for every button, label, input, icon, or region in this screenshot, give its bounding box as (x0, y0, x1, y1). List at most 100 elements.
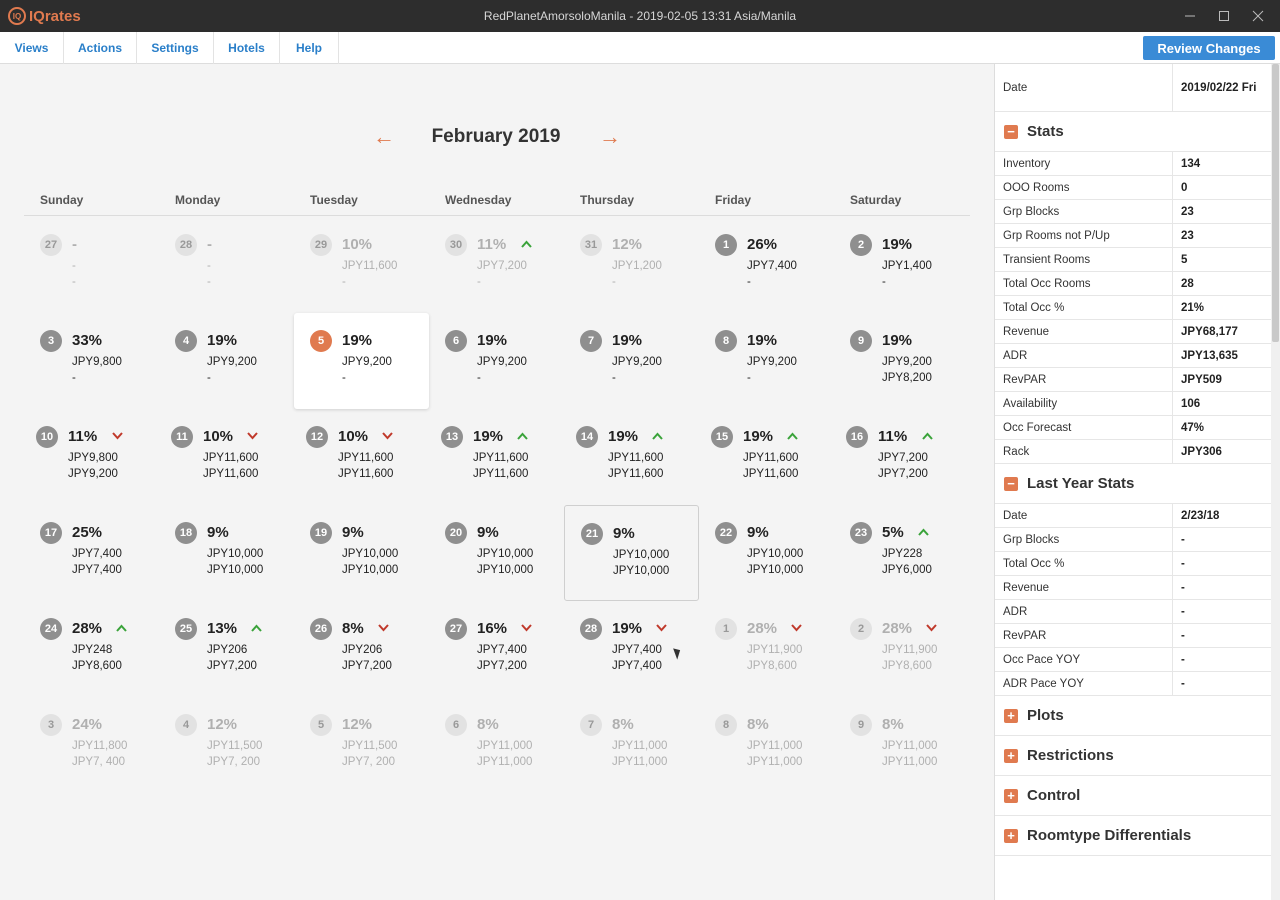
calendar-day-cell[interactable]: 5 19% JPY9,200 - (294, 313, 429, 409)
calendar-day-cell[interactable]: 18 9% JPY10,000 JPY10,000 (159, 505, 294, 601)
calendar-day-cell[interactable]: 20 9% JPY10,000 JPY10,000 (429, 505, 564, 601)
calendar-day-cell[interactable]: 9 8% JPY11,000 JPY11,000 (834, 697, 969, 793)
day-number-badge: 18 (175, 522, 197, 544)
occupancy-percent: 19% (612, 332, 643, 349)
occupancy-percent: 9% (342, 524, 364, 541)
calendar-day-cell[interactable]: 14 19% JPY11,600 JPY11,600 (564, 409, 699, 505)
day-number-badge: 17 (40, 522, 62, 544)
collapsed-section-header[interactable]: + Control (995, 776, 1271, 816)
calendar-day-cell[interactable]: 5 12% JPY11,500 JPY7, 200 (294, 697, 429, 793)
review-changes-button[interactable]: Review Changes (1143, 36, 1275, 60)
calendar-day-cell[interactable]: 10 11% JPY9,800 JPY9,200 (24, 409, 159, 505)
expand-icon[interactable]: + (1004, 789, 1018, 803)
panel-date-value: 2019/02/22 Fri (1181, 82, 1257, 94)
expand-icon[interactable]: + (1004, 749, 1018, 763)
stat-value: 134 (1181, 158, 1201, 170)
calendar-day-cell[interactable]: 9 19% JPY9,200 JPY8,200 (834, 313, 969, 409)
stat-value: JPY306 (1181, 446, 1222, 458)
stat-value: - (1181, 606, 1185, 618)
calendar-day-cell[interactable]: 3 33% JPY9,800 - (24, 313, 159, 409)
calendar-day-cell[interactable]: 11 10% JPY11,600 JPY11,600 (159, 409, 294, 505)
stat-value: 5 (1181, 254, 1188, 266)
menu-help[interactable]: Help (280, 32, 339, 64)
calendar-day-cell[interactable]: 24 28% JPY248 JPY8,600 (24, 601, 159, 697)
calendar-day-cell[interactable]: 31 12% JPY1,200 - (564, 217, 699, 313)
panel-scrollbar-thumb[interactable] (1272, 64, 1279, 342)
weekday-tuesday: Tuesday (310, 193, 358, 207)
rate-secondary: JPY7, 200 (342, 756, 396, 768)
calendar-day-cell[interactable]: 6 8% JPY11,000 JPY11,000 (429, 697, 564, 793)
rate-secondary: - (882, 276, 886, 288)
calendar-day-cell[interactable]: 27 16% JPY7,400 JPY7,200 (429, 601, 564, 697)
calendar-day-cell[interactable]: 4 19% JPY9,200 - (159, 313, 294, 409)
day-number-badge: 4 (175, 714, 197, 736)
calendar-day-cell[interactable]: 23 5% JPY228 JPY6,000 (834, 505, 969, 601)
collapse-icon[interactable]: − (1004, 125, 1018, 139)
menu-actions[interactable]: Actions (64, 32, 137, 64)
rate-secondary: JPY7,200 (878, 468, 928, 480)
calendar-day-cell[interactable]: 16 11% JPY7,200 JPY7,200 (834, 409, 969, 505)
rate-secondary: JPY11,000 (747, 756, 803, 768)
maximize-icon[interactable] (1207, 0, 1241, 32)
rate-primary: JPY11,500 (342, 740, 398, 752)
calendar-day-cell[interactable]: 21 9% JPY10,000 JPY10,000 (564, 505, 699, 601)
app-logo: IQ IQrates (8, 6, 81, 26)
calendar-day-cell[interactable]: 29 10% JPY11,600 - (294, 217, 429, 313)
rate-primary: JPY11,000 (477, 740, 533, 752)
stat-value: 21% (1181, 302, 1205, 314)
calendar-day-cell[interactable]: 27- - - (24, 217, 159, 313)
calendar-day-cell[interactable]: 13 19% JPY11,600 JPY11,600 (429, 409, 564, 505)
calendar-day-cell[interactable]: 8 8% JPY11,000 JPY11,000 (699, 697, 834, 793)
minimize-icon[interactable] (1173, 0, 1207, 32)
section-title: Roomtype Differentials (1027, 827, 1192, 844)
calendar-day-cell[interactable]: 1 28% JPY11,900 JPY8,600 (699, 601, 834, 697)
calendar-day-cell[interactable]: 7 8% JPY11,000 JPY11,000 (564, 697, 699, 793)
calendar-day-cell[interactable]: 4 12% JPY11,500 JPY7, 200 (159, 697, 294, 793)
rate-primary: JPY11,600 (203, 452, 259, 464)
collapsed-section-header[interactable]: + Plots (995, 696, 1271, 736)
rate-primary: JPY11,000 (612, 740, 668, 752)
menu-bar: Views Actions Settings Hotels Help (0, 32, 1280, 64)
row-separator (1172, 624, 1173, 647)
collapsed-section-header[interactable]: + Roomtype Differentials (995, 816, 1271, 856)
rate-secondary: - (342, 372, 346, 384)
row-separator (1172, 672, 1173, 695)
calendar-day-cell[interactable]: 26 8% JPY206 JPY7,200 (294, 601, 429, 697)
expand-icon[interactable]: + (1004, 829, 1018, 843)
calendar-day-cell[interactable]: 7 19% JPY9,200 - (564, 313, 699, 409)
day-number-badge: 30 (445, 234, 467, 256)
calendar-day-cell[interactable]: 6 19% JPY9,200 - (429, 313, 564, 409)
calendar-day-cell[interactable]: 17 25% JPY7,400 JPY7,400 (24, 505, 159, 601)
rate-secondary: JPY11,600 (203, 468, 259, 480)
calendar-day-cell[interactable]: 19 9% JPY10,000 JPY10,000 (294, 505, 429, 601)
expand-icon[interactable]: + (1004, 709, 1018, 723)
calendar-day-cell[interactable]: 8 19% JPY9,200 - (699, 313, 834, 409)
rate-primary: JPY11,600 (338, 452, 394, 464)
calendar-day-cell[interactable]: 30 11% JPY7,200 - (429, 217, 564, 313)
day-number-badge: 1 (715, 618, 737, 640)
calendar-day-cell[interactable]: 25 13% JPY206 JPY7,200 (159, 601, 294, 697)
rate-secondary: - (207, 372, 211, 384)
calendar-day-cell[interactable]: 15 19% JPY11,600 JPY11,600 (699, 409, 834, 505)
prev-month-icon[interactable]: ← (372, 124, 396, 150)
calendar-day-cell[interactable]: 3 24% JPY11,800 JPY7, 400 (24, 697, 159, 793)
calendar-day-cell[interactable]: 12 10% JPY11,600 JPY11,600 (294, 409, 429, 505)
collapsed-section-header[interactable]: + Restrictions (995, 736, 1271, 776)
close-icon[interactable] (1241, 0, 1275, 32)
calendar-day-cell[interactable]: 2 28% JPY11,900 JPY8,600 (834, 601, 969, 697)
next-month-icon[interactable]: → (598, 124, 622, 150)
last-year-section-header[interactable]: − Last Year Stats (995, 464, 1271, 504)
rate-secondary: JPY10,000 (342, 564, 399, 576)
menu-hotels[interactable]: Hotels (214, 32, 280, 64)
rate-primary: - (72, 260, 76, 272)
collapse-icon[interactable]: − (1004, 477, 1018, 491)
calendar-day-cell[interactable]: 22 9% JPY10,000 JPY10,000 (699, 505, 834, 601)
occupancy-percent: 8% (747, 716, 769, 733)
calendar-day-cell[interactable]: 1 26% JPY7,400 - (699, 217, 834, 313)
calendar-day-cell[interactable]: 2 19% JPY1,400 - (834, 217, 969, 313)
stats-section-header[interactable]: − Stats (995, 112, 1271, 152)
stat-label: RevPAR (1003, 630, 1047, 642)
calendar-day-cell[interactable]: 28- - - (159, 217, 294, 313)
menu-views[interactable]: Views (0, 32, 64, 64)
menu-settings[interactable]: Settings (137, 32, 214, 64)
